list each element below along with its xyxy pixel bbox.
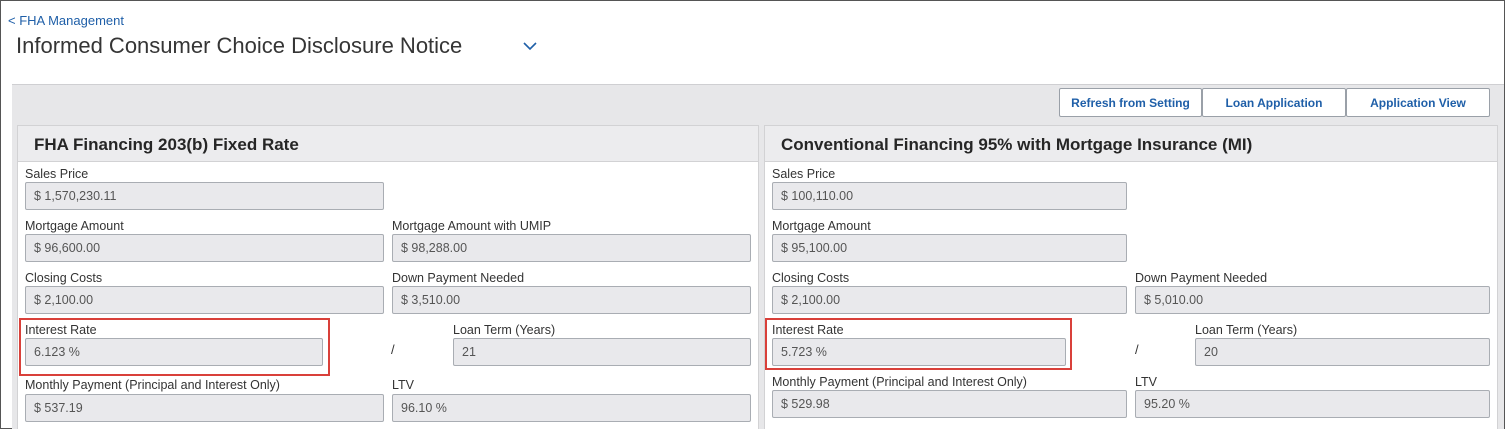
fha-mortgage-umip-label: Mortgage Amount with UMIP (392, 219, 552, 233)
fha-interest-rate-highlight (19, 318, 330, 376)
conv-closing-costs-field[interactable]: $ 2,100.00 (772, 286, 1127, 314)
conventional-panel-header: Conventional Financing 95% with Mortgage… (765, 126, 1497, 162)
fha-loan-term-label: Loan Term (Years) (453, 323, 556, 337)
fha-panel-title: FHA Financing 203(b) Fixed Rate (34, 135, 299, 154)
application-view-button[interactable]: Application View (1346, 88, 1490, 117)
fha-ltv-field[interactable]: 96.10 % (392, 394, 751, 422)
refresh-from-setting-button[interactable]: Refresh from Setting (1059, 88, 1202, 117)
conv-mortgage-amount-field[interactable]: $ 95,100.00 (772, 234, 1127, 262)
conv-mortgage-amount-label: Mortgage Amount (772, 219, 871, 233)
conventional-panel-title: Conventional Financing 95% with Mortgage… (781, 135, 1253, 154)
fha-ltv-label: LTV (392, 378, 414, 392)
back-link-fha-management[interactable]: < FHA Management (8, 13, 124, 28)
page-title: Informed Consumer Choice Disclosure Noti… (16, 33, 463, 58)
conv-sales-price-label: Sales Price (772, 167, 836, 181)
fha-closing-costs-label: Closing Costs (25, 271, 103, 285)
conv-sales-price-field[interactable]: $ 100,110.00 (772, 182, 1127, 210)
fha-down-payment-label: Down Payment Needed (392, 271, 525, 285)
chevron-down-icon[interactable] (521, 39, 539, 53)
fha-loan-term-field[interactable]: 21 (453, 338, 751, 366)
fha-sales-price-label: Sales Price (25, 167, 89, 181)
conv-down-payment-label: Down Payment Needed (1135, 271, 1268, 285)
conv-ltv-label: LTV (1135, 375, 1157, 389)
fha-rate-term-separator: / (391, 342, 395, 357)
fha-monthly-payment-label: Monthly Payment (Principal and Interest … (25, 378, 280, 392)
conv-interest-rate-highlight (765, 318, 1072, 370)
conv-closing-costs-label: Closing Costs (772, 271, 850, 285)
fha-closing-costs-field[interactable]: $ 2,100.00 (25, 286, 384, 314)
fha-mortgage-umip-field[interactable]: $ 98,288.00 (392, 234, 751, 262)
conv-down-payment-field[interactable]: $ 5,010.00 (1135, 286, 1490, 314)
loan-application-button[interactable]: Loan Application (1202, 88, 1346, 117)
page-frame: < FHA Management Informed Consumer Choic… (0, 0, 1505, 429)
fha-monthly-payment-field[interactable]: $ 537.19 (25, 394, 384, 422)
fha-sales-price-field[interactable]: $ 1,570,230.11 (25, 182, 384, 210)
conv-loan-term-label: Loan Term (Years) (1195, 323, 1298, 337)
conv-monthly-payment-field[interactable]: $ 529.98 (772, 390, 1127, 418)
fha-panel-header: FHA Financing 203(b) Fixed Rate (18, 126, 758, 162)
conv-rate-term-separator: / (1135, 342, 1139, 357)
fha-mortgage-amount-label: Mortgage Amount (25, 219, 124, 233)
conv-monthly-payment-label: Monthly Payment (Principal and Interest … (772, 375, 1027, 389)
fha-down-payment-field[interactable]: $ 3,510.00 (392, 286, 751, 314)
conv-ltv-field[interactable]: 95.20 % (1135, 390, 1490, 418)
fha-mortgage-amount-field[interactable]: $ 96,600.00 (25, 234, 384, 262)
conv-loan-term-field[interactable]: 20 (1195, 338, 1490, 366)
